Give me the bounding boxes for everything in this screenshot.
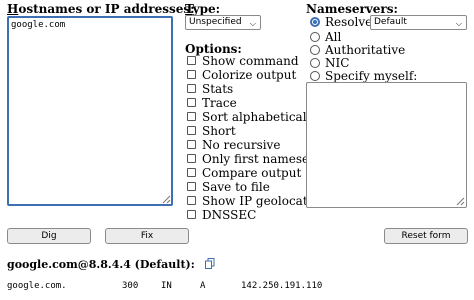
record-name: google.com. [7,281,67,291]
option-trace[interactable]: Trace [187,96,237,110]
record-type: A [200,281,206,291]
hostnames-label: Hostnames or IP addresses: [7,2,195,16]
option-compare-output[interactable]: Compare output [187,166,301,180]
option-no-recursive[interactable]: No recursive [187,138,280,152]
resolver-select-value: Default [374,17,407,27]
resolver-select[interactable]: Default ⌵ [370,15,467,30]
radio-all[interactable]: All [310,30,341,44]
record-address: 142.250.191.110 [241,281,323,291]
option-dnssec[interactable]: DNSSEC [187,208,256,222]
nameservers-input[interactable] [306,82,467,208]
radio-button[interactable] [310,31,320,42]
checkbox[interactable] [187,126,196,135]
dig-button[interactable]: Dig [7,228,91,244]
checkbox[interactable] [187,196,196,205]
radio-authoritative[interactable]: Authoritative [310,43,405,57]
reset-form-button[interactable]: Reset form [384,228,468,244]
radio-button[interactable] [310,57,320,68]
radio-nic[interactable]: NIC [310,56,349,70]
hostnames-input[interactable] [7,16,173,206]
fix-button[interactable]: Fix [105,228,189,244]
option-sort-alphabetically[interactable]: Sort alphabetically [187,110,317,124]
type-select[interactable]: Unspecified ⌵ [185,15,261,30]
checkbox[interactable] [187,112,196,121]
record-ttl: 300 [122,281,139,291]
resize-grip-icon[interactable] [456,197,465,206]
checkbox[interactable] [187,84,196,93]
result-title: google.com@8.8.4.4 (Default): [7,257,215,271]
option-show-command[interactable]: Show command [187,54,299,68]
chevron-down-icon: ⌵ [455,19,462,28]
option-stats[interactable]: Stats [187,82,233,96]
copy-icon[interactable] [204,258,215,269]
chevron-down-icon: ⌵ [249,19,256,28]
option-colorize-output[interactable]: Colorize output [187,68,296,82]
option-save-to-file[interactable]: Save to file [187,180,270,194]
checkbox[interactable] [187,98,196,107]
type-select-value: Unspecified [189,17,242,27]
type-label: Type: [185,2,221,16]
resize-grip-icon[interactable] [162,195,171,204]
checkbox[interactable] [187,154,196,163]
radio-specify-myself[interactable]: Specify myself: [310,69,417,83]
option-short[interactable]: Short [187,124,236,138]
record-class: IN [161,281,172,291]
checkbox[interactable] [187,168,196,177]
radio-button[interactable] [310,16,320,27]
radio-button[interactable] [310,70,320,81]
checkbox[interactable] [187,210,196,219]
checkbox[interactable] [187,140,196,149]
checkbox[interactable] [187,70,196,79]
radio-button[interactable] [310,44,320,55]
checkbox[interactable] [187,56,196,65]
checkbox[interactable] [187,182,196,191]
